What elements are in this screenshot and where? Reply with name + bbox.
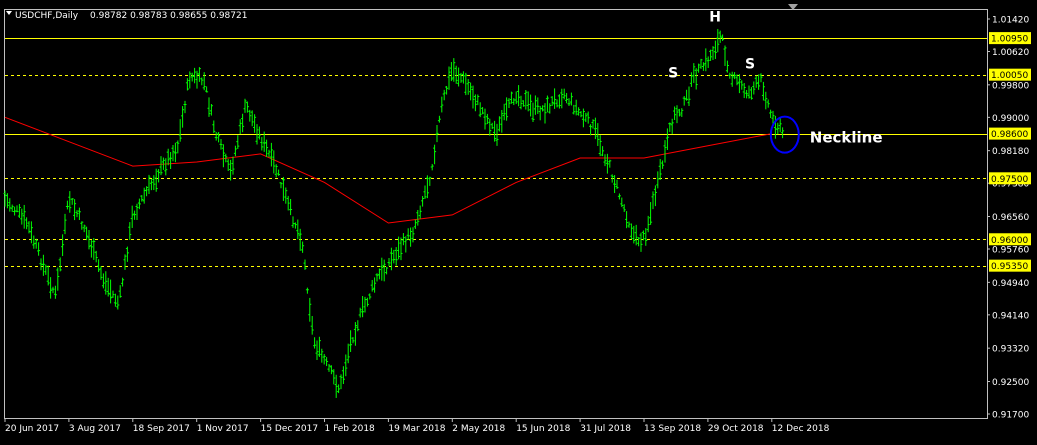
level-price-tag-label: 1.00050: [991, 71, 1028, 81]
level-price-tag-label: 0.97500: [991, 175, 1028, 185]
ohlc-readout: 0.98782 0.98783 0.98655 0.98721: [90, 11, 247, 21]
y-tick-label: 0.99000: [992, 114, 1029, 124]
level-price-tag: 1.00050: [989, 68, 1031, 81]
level-price-tag: 0.96000: [989, 233, 1031, 246]
y-tick-label: 0.99800: [992, 81, 1029, 91]
x-tick-label: 2 May 2018: [452, 424, 505, 434]
x-tick-label: 3 Aug 2017: [69, 424, 121, 434]
x-tick-label: 12 Dec 2018: [772, 424, 830, 434]
y-tick-label: 0.94940: [992, 279, 1029, 289]
neckline-label: Neckline: [810, 129, 883, 147]
x-tick-label: 15 Dec 2017: [261, 424, 319, 434]
level-price-tag-label: 0.96000: [991, 236, 1028, 246]
x-tick-label: 31 Jul 2018: [580, 424, 631, 434]
x-tick-label: 15 Jun 2018: [516, 424, 570, 434]
level-price-tag-label: 1.00950: [991, 35, 1028, 45]
level-price-tag: 0.98600: [989, 127, 1031, 140]
x-tick-label: 1 Nov 2017: [197, 424, 249, 434]
y-tick-label: 0.96560: [992, 213, 1029, 223]
chart-window[interactable]: 1.01420 1.00620 0.99800 0.99000 0.98180 0.973…: [0, 0, 1037, 441]
y-tick-label: 0.94140: [992, 311, 1029, 321]
x-tick-label: 18 Sep 2017: [133, 424, 190, 434]
head-label: H: [709, 9, 721, 25]
x-tick-label: 20 Jun 2017: [5, 424, 59, 434]
y-tick-label: 1.00620: [992, 48, 1029, 58]
x-tick-label: 29 Oct 2018: [708, 424, 764, 434]
level-price-tag: 0.97500: [989, 172, 1031, 185]
x-tick-label: 1 Feb 2018: [325, 424, 376, 434]
shoulder-label: S: [668, 66, 678, 82]
price-chart[interactable]: 1.014201.006200.998000.990000.981800.973…: [0, 0, 1037, 441]
level-price-tag-label: 0.98600: [991, 130, 1028, 140]
level-price-tag: 0.95350: [989, 259, 1031, 272]
symbol-label: USDCHF,Daily: [15, 11, 79, 21]
y-tick-label: 0.92500: [992, 378, 1029, 388]
level-price-tag: 1.00950: [989, 32, 1031, 45]
y-tick-label: 0.91700: [992, 411, 1029, 421]
level-price-tag-label: 0.95350: [991, 262, 1028, 272]
y-tick-label: 0.98180: [992, 147, 1029, 157]
shoulder-label: S: [745, 57, 755, 73]
x-tick-label: 19 Mar 2018: [388, 424, 445, 434]
y-tick-label: 1.01420: [992, 16, 1029, 26]
y-tick-label: 0.95760: [992, 246, 1029, 256]
x-tick-label: 13 Sep 2018: [644, 424, 701, 434]
y-tick-label: 0.93320: [992, 345, 1029, 355]
